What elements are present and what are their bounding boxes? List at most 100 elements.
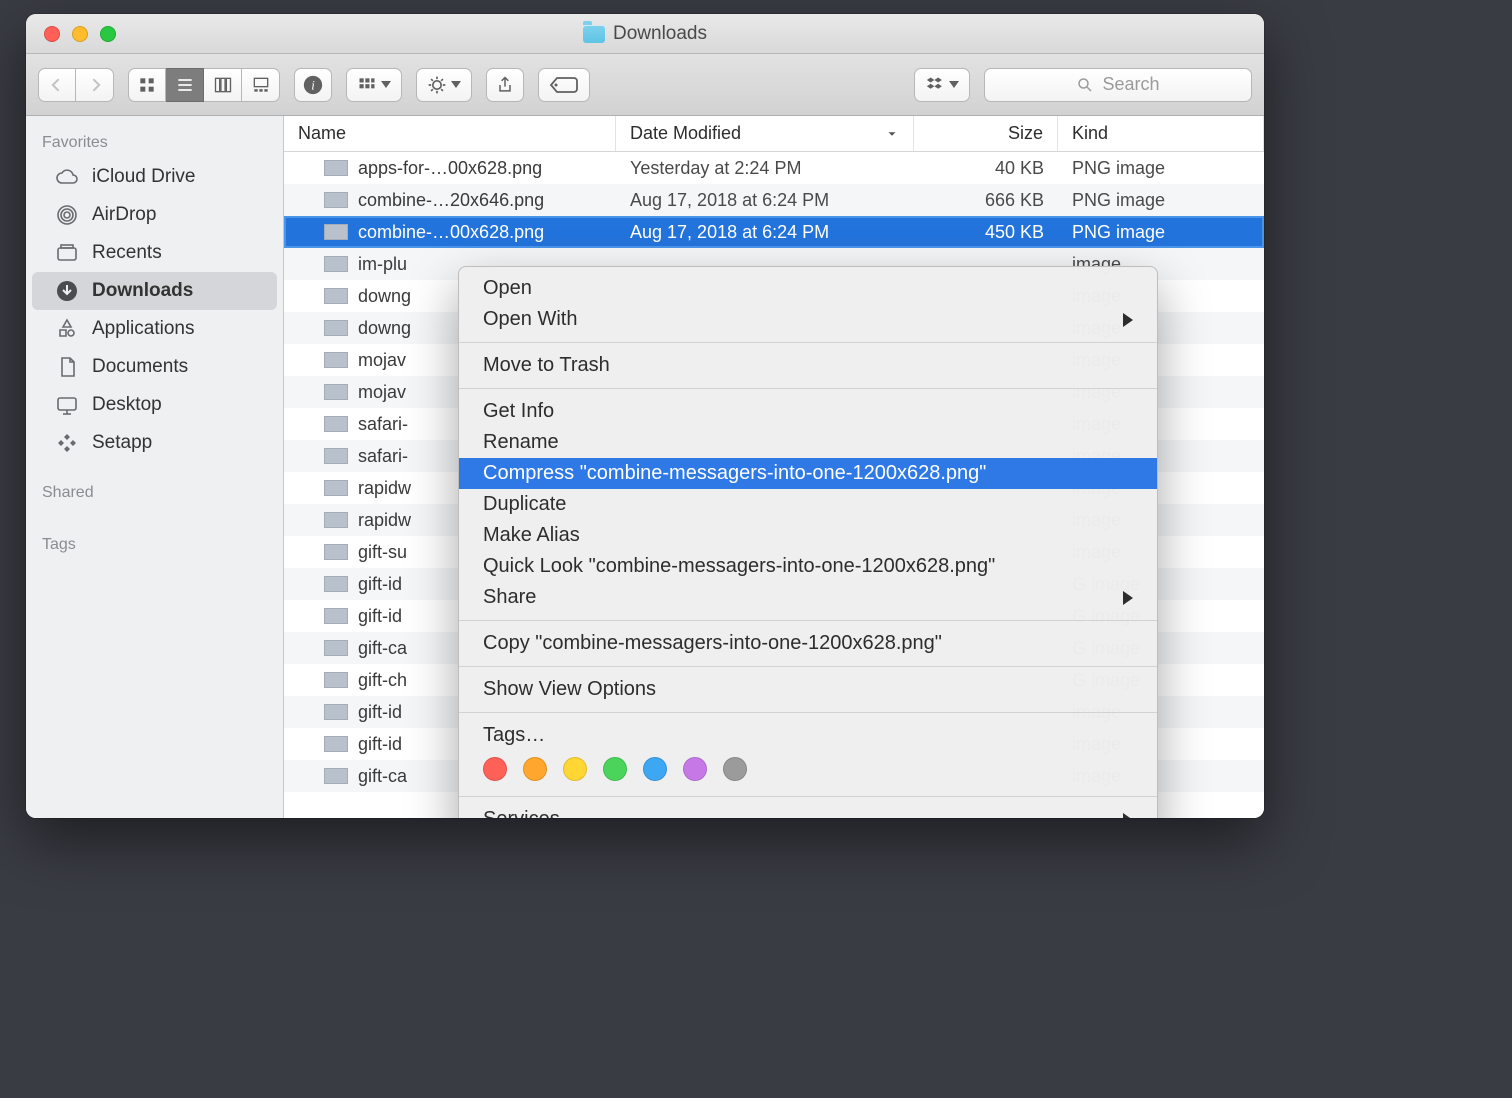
file-name: apps-for-…00x628.png (358, 158, 542, 179)
file-thumb-icon (324, 512, 348, 528)
chevron-down-icon (885, 127, 899, 141)
file-row[interactable]: combine-…20x646.pngAug 17, 2018 at 6:24 … (284, 184, 1264, 216)
traffic-lights (26, 26, 116, 42)
sidebar-item-label: Setapp (92, 432, 152, 454)
file-thumb-icon (324, 352, 348, 368)
dropbox-button[interactable] (914, 68, 970, 102)
file-name: gift-id (358, 574, 402, 595)
chevron-down-icon (451, 81, 461, 88)
cell-name: combine-…20x646.png (284, 190, 616, 211)
file-name: rapidw (358, 510, 411, 531)
dropbox-icon (925, 75, 945, 95)
cm-move-trash[interactable]: Move to Trash (459, 350, 1157, 381)
search-placeholder: Search (1102, 74, 1159, 95)
chevron-down-icon (381, 81, 391, 88)
tag-color-dot[interactable] (643, 757, 667, 781)
arrange-button[interactable] (346, 68, 402, 102)
column-name[interactable]: Name (284, 116, 616, 151)
folder-icon (583, 25, 605, 43)
column-size[interactable]: Size (914, 116, 1058, 151)
cell-kind: PNG image (1058, 222, 1264, 243)
titlebar: Downloads (26, 14, 1264, 54)
cm-services[interactable]: Services (459, 804, 1157, 818)
cell-size: 40 KB (914, 158, 1058, 179)
cloud-icon (54, 165, 80, 189)
cm-separator (459, 712, 1157, 713)
submenu-arrow-icon (1123, 813, 1133, 819)
cm-make-alias[interactable]: Make Alias (459, 520, 1157, 551)
cm-share[interactable]: Share (459, 582, 1157, 613)
sidebar-item-documents[interactable]: Documents (32, 348, 277, 386)
cm-show-view[interactable]: Show View Options (459, 674, 1157, 705)
cm-compress[interactable]: Compress "combine-messagers-into-one-120… (459, 458, 1157, 489)
tag-color-dot[interactable] (723, 757, 747, 781)
file-thumb-icon (324, 320, 348, 336)
back-button[interactable] (38, 68, 76, 102)
setapp-icon (54, 431, 80, 455)
info-button[interactable]: i (294, 68, 332, 102)
icon-view-button[interactable] (128, 68, 166, 102)
file-name: combine-…00x628.png (358, 222, 544, 243)
tag-color-dot[interactable] (563, 757, 587, 781)
file-thumb-icon (324, 224, 348, 240)
columns-icon (213, 75, 233, 95)
sidebar-item-downloads[interactable]: Downloads (32, 272, 277, 310)
search-icon (1076, 76, 1094, 94)
file-thumb-icon (324, 192, 348, 208)
sidebar-item-label: Recents (92, 242, 162, 264)
zoom-button[interactable] (100, 26, 116, 42)
search-field[interactable]: Search (984, 68, 1252, 102)
file-thumb-icon (324, 160, 348, 176)
cm-tags[interactable]: Tags… (459, 720, 1157, 747)
cm-separator (459, 342, 1157, 343)
tag-button[interactable] (538, 68, 590, 102)
share-button[interactable] (486, 68, 524, 102)
sidebar-item-desktop[interactable]: Desktop (32, 386, 277, 424)
file-row[interactable]: apps-for-…00x628.pngYesterday at 2:24 PM… (284, 152, 1264, 184)
tag-color-dot[interactable] (683, 757, 707, 781)
applications-icon (54, 317, 80, 341)
tag-color-dot[interactable] (603, 757, 627, 781)
cm-quick-look[interactable]: Quick Look "combine-messagers-into-one-1… (459, 551, 1157, 582)
cm-get-info[interactable]: Get Info (459, 396, 1157, 427)
column-date[interactable]: Date Modified (616, 116, 914, 151)
sidebar-item-icloud[interactable]: iCloud Drive (32, 158, 277, 196)
file-thumb-icon (324, 256, 348, 272)
minimize-button[interactable] (72, 26, 88, 42)
column-view-button[interactable] (204, 68, 242, 102)
tag-color-dot[interactable] (523, 757, 547, 781)
gallery-view-button[interactable] (242, 68, 280, 102)
sidebar-item-label: Desktop (92, 394, 162, 416)
file-thumb-icon (324, 288, 348, 304)
file-name: gift-id (358, 702, 402, 723)
sidebar-heading-shared: Shared (26, 476, 283, 508)
window-title: Downloads (26, 23, 1264, 45)
sidebar-item-airdrop[interactable]: AirDrop (32, 196, 277, 234)
file-name: safari- (358, 446, 408, 467)
cm-open[interactable]: Open (459, 273, 1157, 304)
cell-size: 666 KB (914, 190, 1058, 211)
file-thumb-icon (324, 704, 348, 720)
sidebar-item-applications[interactable]: Applications (32, 310, 277, 348)
cell-kind: PNG image (1058, 190, 1264, 211)
forward-button[interactable] (76, 68, 114, 102)
file-row[interactable]: combine-…00x628.pngAug 17, 2018 at 6:24 … (284, 216, 1264, 248)
info-icon: i (302, 74, 324, 96)
file-name: gift-ca (358, 766, 407, 787)
cm-rename[interactable]: Rename (459, 427, 1157, 458)
file-name: gift-id (358, 734, 402, 755)
cm-duplicate[interactable]: Duplicate (459, 489, 1157, 520)
close-button[interactable] (44, 26, 60, 42)
list-view-button[interactable] (166, 68, 204, 102)
sidebar-item-setapp[interactable]: Setapp (32, 424, 277, 462)
sidebar-item-label: AirDrop (92, 204, 156, 226)
column-kind[interactable]: Kind (1058, 116, 1264, 151)
cm-separator (459, 666, 1157, 667)
action-button[interactable] (416, 68, 472, 102)
cm-open-with[interactable]: Open With (459, 304, 1157, 335)
tag-color-dot[interactable] (483, 757, 507, 781)
sidebar-item-recents[interactable]: Recents (32, 234, 277, 272)
airdrop-icon (54, 203, 80, 227)
cm-copy[interactable]: Copy "combine-messagers-into-one-1200x62… (459, 628, 1157, 659)
file-name: safari- (358, 414, 408, 435)
